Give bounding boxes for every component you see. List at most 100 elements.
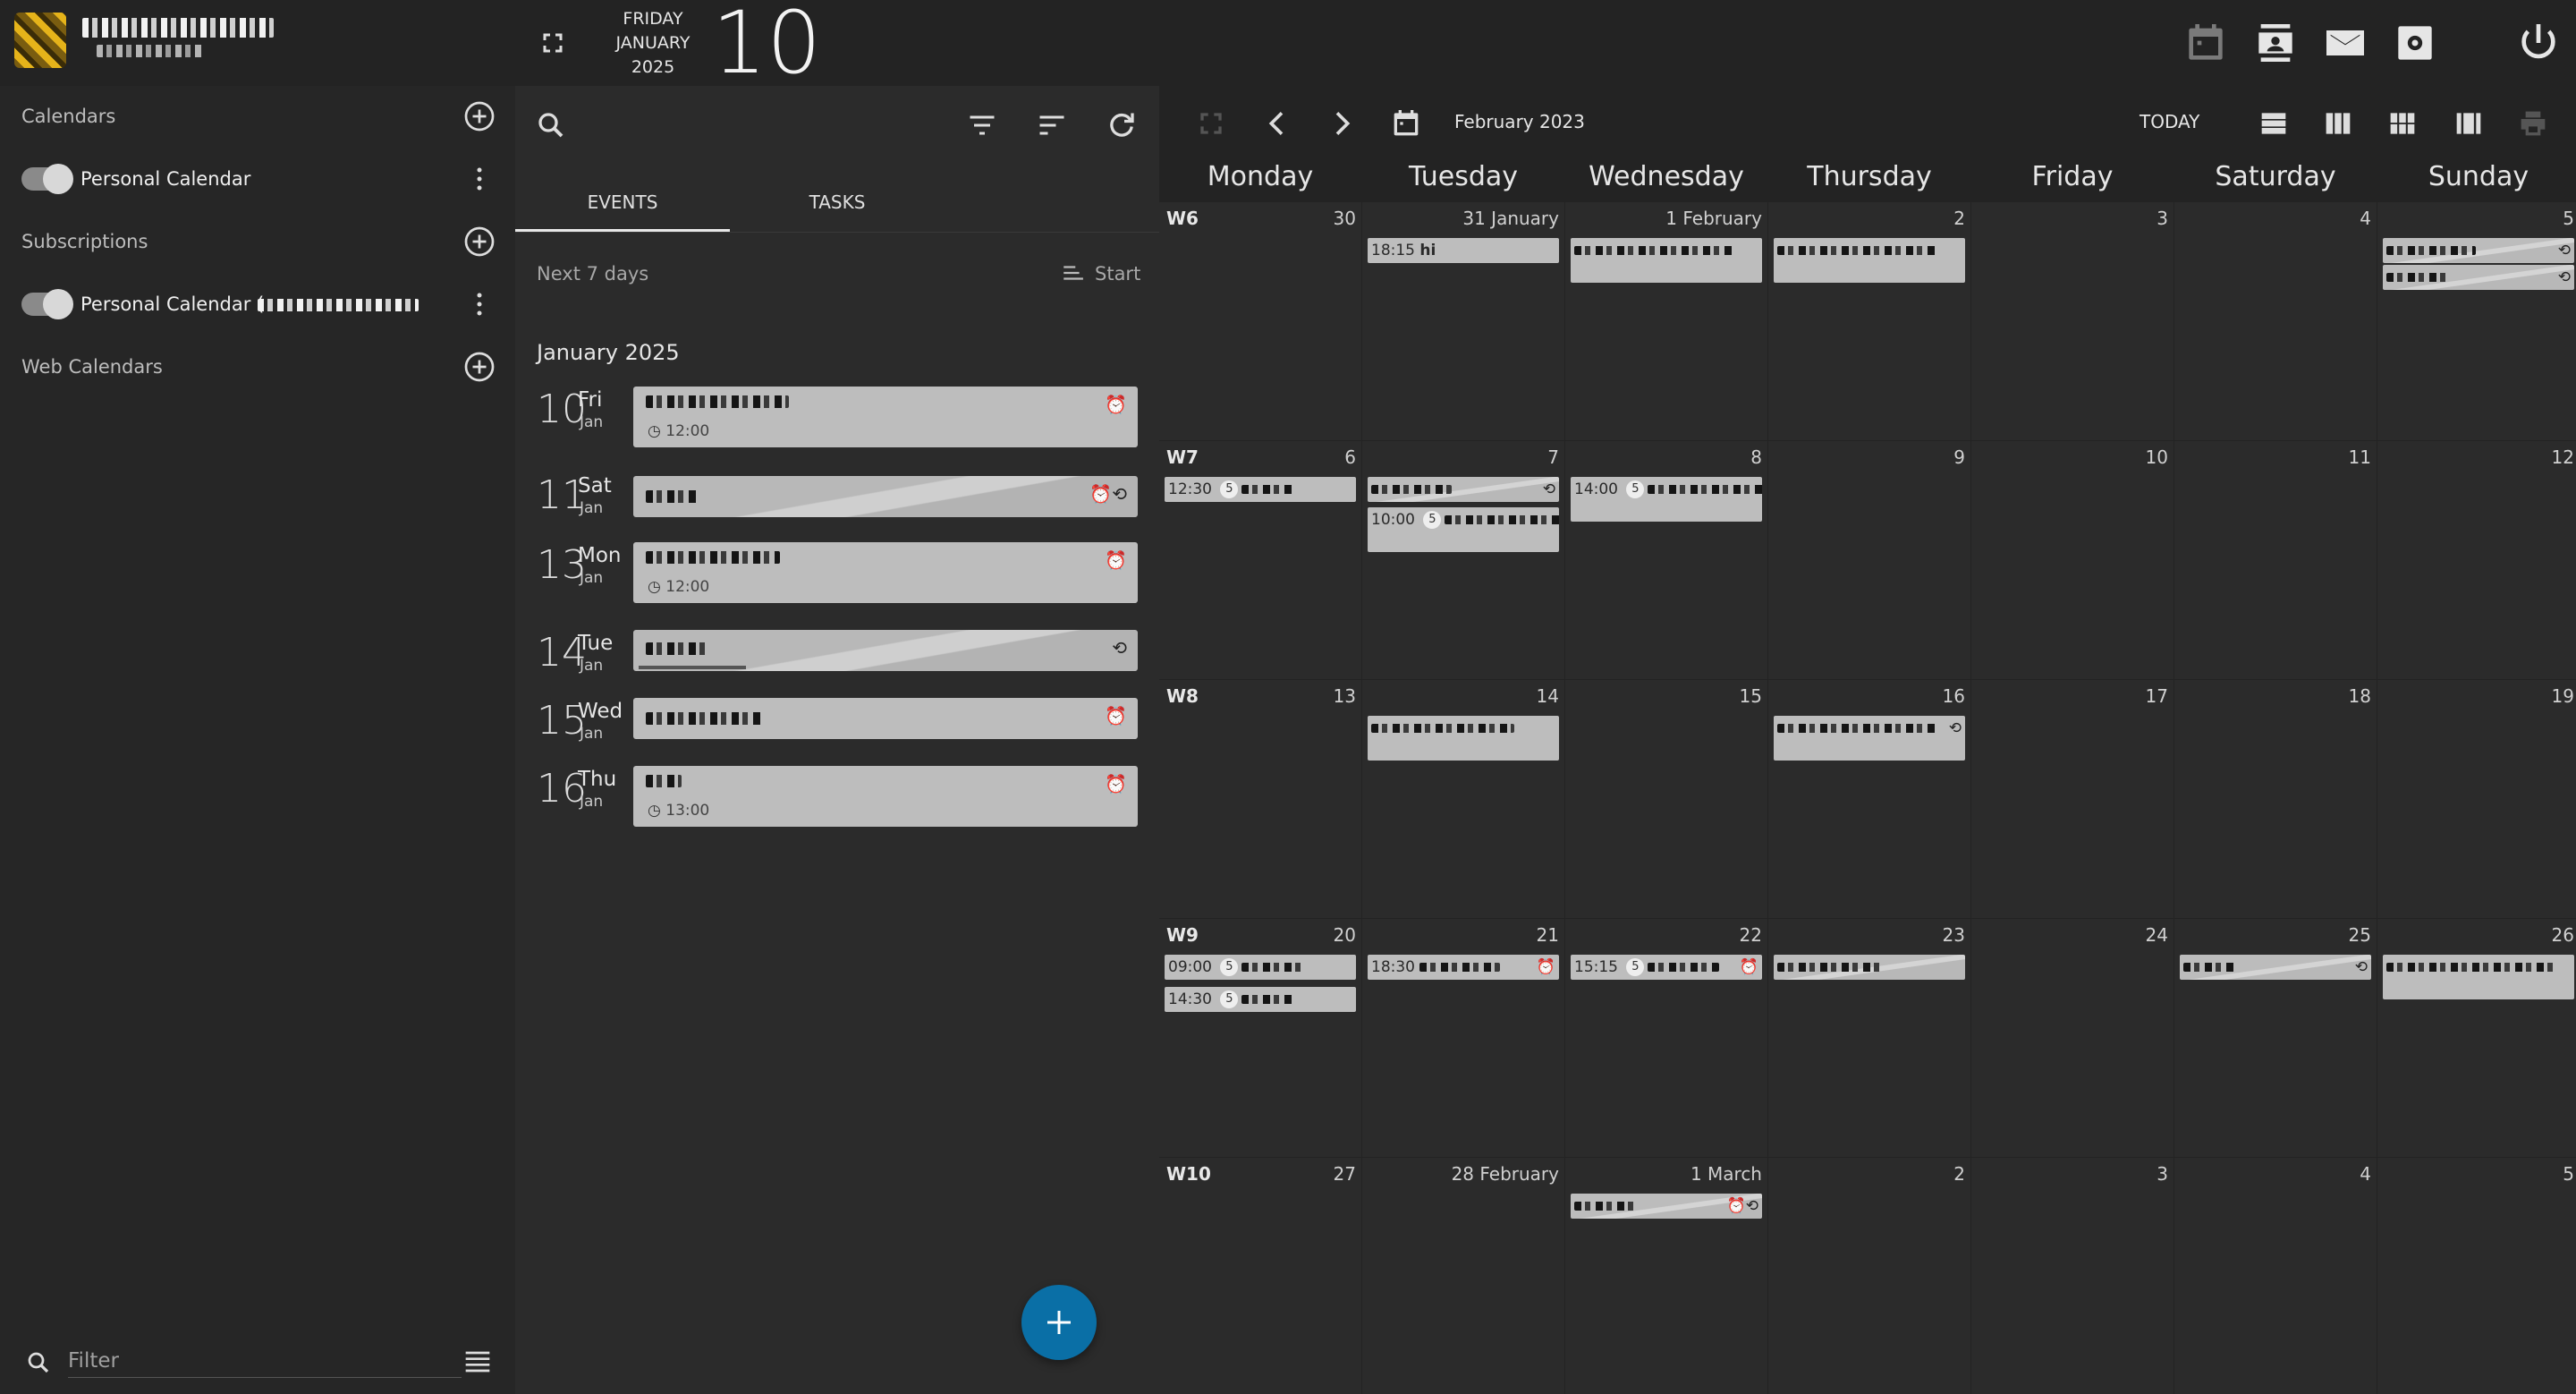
sort-start-icon[interactable] [1061, 261, 1084, 285]
day-cell[interactable]: 5 ⟲ ⟲ [2377, 202, 2576, 440]
day-cell[interactable]: 24 [1971, 919, 2174, 1157]
calendar-event[interactable]: ⏰⟲ [1571, 1194, 1762, 1219]
date-picker-icon[interactable] [1388, 106, 1424, 141]
cell-date[interactable]: 5 [2563, 208, 2574, 229]
subscription-toggle[interactable] [21, 289, 73, 319]
cell-date[interactable]: 17 [2146, 685, 2168, 707]
calendar-item-label[interactable]: Personal Calendar [80, 168, 250, 190]
calendar-event[interactable]: 18:15 hi [1368, 238, 1559, 263]
day-cell[interactable]: 23 [1768, 919, 1970, 1157]
today-button[interactable]: TODAY [2140, 111, 2199, 132]
agenda-view-icon[interactable] [2451, 106, 2487, 141]
calendar-event[interactable]: ⟲ [2180, 955, 2371, 980]
day-cell[interactable]: 15 [1565, 680, 1767, 918]
add-calendar-icon[interactable] [463, 100, 496, 132]
calendar-event[interactable]: ⟲ [1368, 477, 1559, 502]
subscription-item-label[interactable]: Personal Calendar ( [80, 293, 264, 315]
day-cell[interactable]: 27 W10 [1159, 1158, 1361, 1394]
calendar-event[interactable]: 12:30 5 [1165, 477, 1356, 502]
day-cell[interactable]: 31 January 18:15 hi [1362, 202, 1564, 440]
chevron-right-icon[interactable] [1324, 106, 1360, 141]
cell-date[interactable]: 30 [1334, 208, 1356, 229]
filter-input[interactable] [68, 1344, 462, 1378]
day-cell[interactable]: 8 14:00 5 [1565, 441, 1767, 679]
expand-icon[interactable] [537, 27, 569, 59]
calendar-event[interactable] [1571, 238, 1762, 283]
cell-date[interactable]: 8 [1750, 446, 1762, 468]
list-event-card[interactable]: ⏰⟲ [633, 476, 1138, 517]
day-cell[interactable]: 1 February [1565, 202, 1767, 440]
calendar-event[interactable] [1368, 716, 1559, 761]
cell-date[interactable]: 5 [2563, 1163, 2574, 1185]
sort-icon[interactable] [1036, 109, 1068, 141]
day-cell[interactable]: 19 [2377, 680, 2576, 918]
day-cell[interactable]: 5 [2377, 1158, 2576, 1394]
day-cell[interactable]: 1 March ⏰⟲ [1565, 1158, 1767, 1394]
calendar-event[interactable]: 15:15 5 ⏰ [1571, 955, 1762, 980]
filter-icon[interactable] [966, 109, 998, 141]
day-cell[interactable]: 30 W6 [1159, 202, 1361, 440]
day-cell[interactable]: 17 [1971, 680, 2174, 918]
day-cell[interactable]: 21 18:30 ⏰ [1362, 919, 1564, 1157]
day-cell[interactable]: 7 ⟲ 10:00 5 [1362, 441, 1564, 679]
calendar-event[interactable]: ⟲ [2383, 265, 2574, 290]
calendar-event[interactable]: ⟲ [1774, 716, 1965, 761]
cell-date[interactable]: 1 February [1665, 208, 1762, 229]
calendar-event[interactable]: 10:00 5 [1368, 507, 1559, 552]
chevron-left-icon[interactable] [1259, 106, 1295, 141]
list-event-card[interactable]: ⏰ [633, 698, 1138, 739]
cell-date[interactable]: 16 [1943, 685, 1965, 707]
calendar-event[interactable]: ⟲ [2383, 238, 2574, 263]
cell-date[interactable]: 2 [1953, 1163, 1965, 1185]
subscription-menu-icon[interactable] [469, 288, 490, 320]
day-cell[interactable]: 3 [1971, 202, 2174, 440]
fullscreen-icon[interactable] [1193, 106, 1229, 141]
add-subscription-icon[interactable] [463, 225, 496, 258]
week-view-icon[interactable] [2320, 106, 2356, 141]
cell-date[interactable]: 28 February [1452, 1163, 1559, 1185]
day-cell[interactable]: 10 [1971, 441, 2174, 679]
cell-date[interactable]: 22 [1740, 924, 1762, 946]
range-label[interactable]: Next 7 days [537, 263, 648, 285]
day-cell[interactable]: 9 [1768, 441, 1970, 679]
cell-date[interactable]: 3 [2157, 208, 2168, 229]
day-cell[interactable]: 3 [1971, 1158, 2174, 1394]
calendar-event[interactable] [1774, 238, 1965, 283]
day-cell[interactable]: 20 W9 09:00 5 14:30 5 [1159, 919, 1361, 1157]
cell-date[interactable]: 9 [1953, 446, 1965, 468]
cell-date[interactable]: 4 [2360, 1163, 2371, 1185]
day-cell[interactable]: 12 [2377, 441, 2576, 679]
list-event-card[interactable]: ⟲ [633, 630, 1138, 671]
cell-date[interactable]: 21 [1537, 924, 1559, 946]
search-icon[interactable] [535, 109, 567, 141]
cell-date[interactable]: 6 [1344, 446, 1356, 468]
day-cell[interactable]: 14 [1362, 680, 1564, 918]
cell-date[interactable]: 18 [2349, 685, 2371, 707]
cell-date[interactable]: 7 [1547, 446, 1559, 468]
month-view-icon[interactable] [2385, 106, 2420, 141]
day-cell[interactable]: 16 ⟲ [1768, 680, 1970, 918]
add-event-button[interactable] [1021, 1285, 1097, 1360]
day-cell[interactable]: 4 [2174, 202, 2377, 440]
day-cell[interactable]: 2 [1768, 202, 1970, 440]
cell-date[interactable]: 25 [2349, 924, 2371, 946]
cell-date[interactable]: 12 [2552, 446, 2574, 468]
calendar-event[interactable] [2383, 955, 2574, 999]
day-cell[interactable]: 18 [2174, 680, 2377, 918]
list-view-icon[interactable] [463, 1349, 492, 1374]
tab-events[interactable]: EVENTS [515, 172, 730, 233]
cell-date[interactable]: 14 [1537, 685, 1559, 707]
day-cell[interactable]: 6 W7 12:30 5 [1159, 441, 1361, 679]
calendar-event[interactable]: 14:00 5 [1571, 477, 1762, 522]
cell-date[interactable]: 27 [1334, 1163, 1356, 1185]
list-event-card[interactable]: 13:00 ⏰ [633, 766, 1138, 827]
calendar-event[interactable] [1774, 955, 1965, 980]
cell-date[interactable]: 15 [1740, 685, 1762, 707]
cell-date[interactable]: 13 [1334, 685, 1356, 707]
calendar-event[interactable]: 09:00 5 [1165, 955, 1356, 980]
cell-date[interactable]: 26 [2552, 924, 2574, 946]
print-icon[interactable] [2515, 106, 2551, 141]
cell-date[interactable]: 24 [2146, 924, 2168, 946]
calendar-event[interactable]: 18:30 ⏰ [1368, 955, 1559, 980]
cell-date[interactable]: 19 [2552, 685, 2574, 707]
